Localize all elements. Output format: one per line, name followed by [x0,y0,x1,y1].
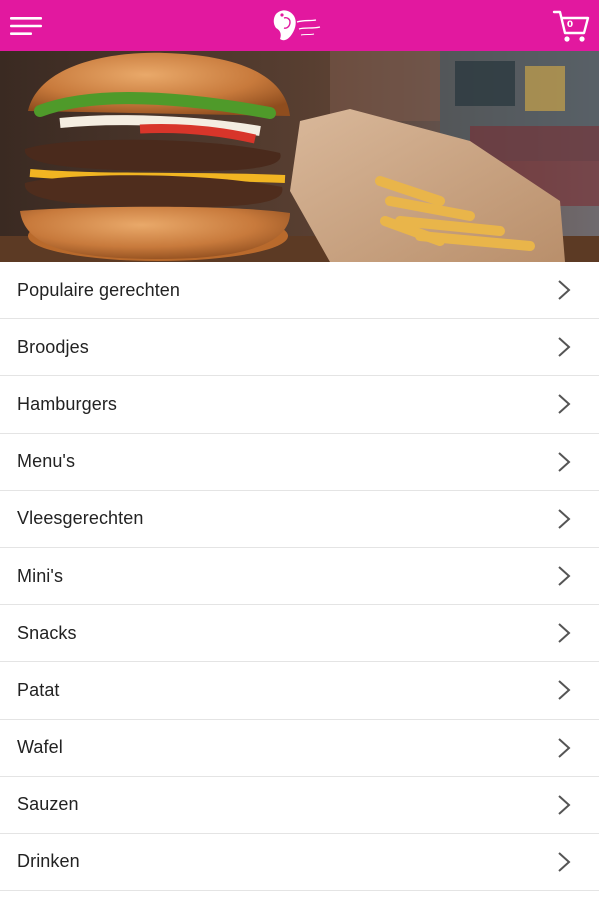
chevron-right-icon [558,394,571,415]
chevron-right-icon [558,509,571,529]
category-list: Populaire gerechten Broodjes Hamburgers … [0,262,599,892]
chevron-right-icon [558,566,571,586]
category-item-wafel[interactable]: Wafel [0,719,599,777]
category-item-patat[interactable]: Patat [0,662,599,720]
category-label: Vleesgerechten [17,508,144,529]
category-label: Mini's [17,565,64,586]
category-label: Populaire gerechten [17,279,181,300]
menu-button[interactable] [0,0,51,51]
category-item-populaire-gerechten[interactable]: Populaire gerechten [0,262,599,320]
hero-banner [0,51,599,262]
category-item-drinken[interactable]: Drinken [0,833,599,892]
burger-and-fries-photo [0,51,599,262]
restaurant-logo[interactable] [270,6,330,46]
cart-button[interactable]: 0 [543,0,599,51]
chevron-right-icon [558,852,571,872]
chevron-right-icon [558,451,571,472]
category-item-broodjes[interactable]: Broodjes [0,319,599,377]
category-label: Patat [17,679,60,700]
category-label: Snacks [17,622,77,643]
cart-count-badge: 0 [566,20,574,30]
category-label: Menu's [17,451,76,472]
chevron-right-icon [558,337,571,358]
chevron-right-icon [558,795,571,815]
category-label: Wafel [17,737,63,758]
chevron-right-icon [558,737,571,758]
category-label: Sauzen [17,794,79,815]
category-item-hamburgers[interactable]: Hamburgers [0,376,599,434]
category-item-snacks[interactable]: Snacks [0,605,599,663]
category-item-menus[interactable]: Menu's [0,433,599,491]
chevron-right-icon [558,623,571,643]
app-bar: 0 [0,0,599,51]
category-item-sauzen[interactable]: Sauzen [0,776,599,834]
category-item-vleesgerechten[interactable]: Vleesgerechten [0,490,599,548]
category-label: Broodjes [17,336,89,357]
category-label: Drinken [17,851,80,872]
hamburger-menu-icon [9,16,42,35]
category-item-minis[interactable]: Mini's [0,547,599,606]
category-label: Hamburgers [17,393,118,414]
chevron-right-icon [558,280,571,300]
chevron-right-icon [558,680,571,701]
